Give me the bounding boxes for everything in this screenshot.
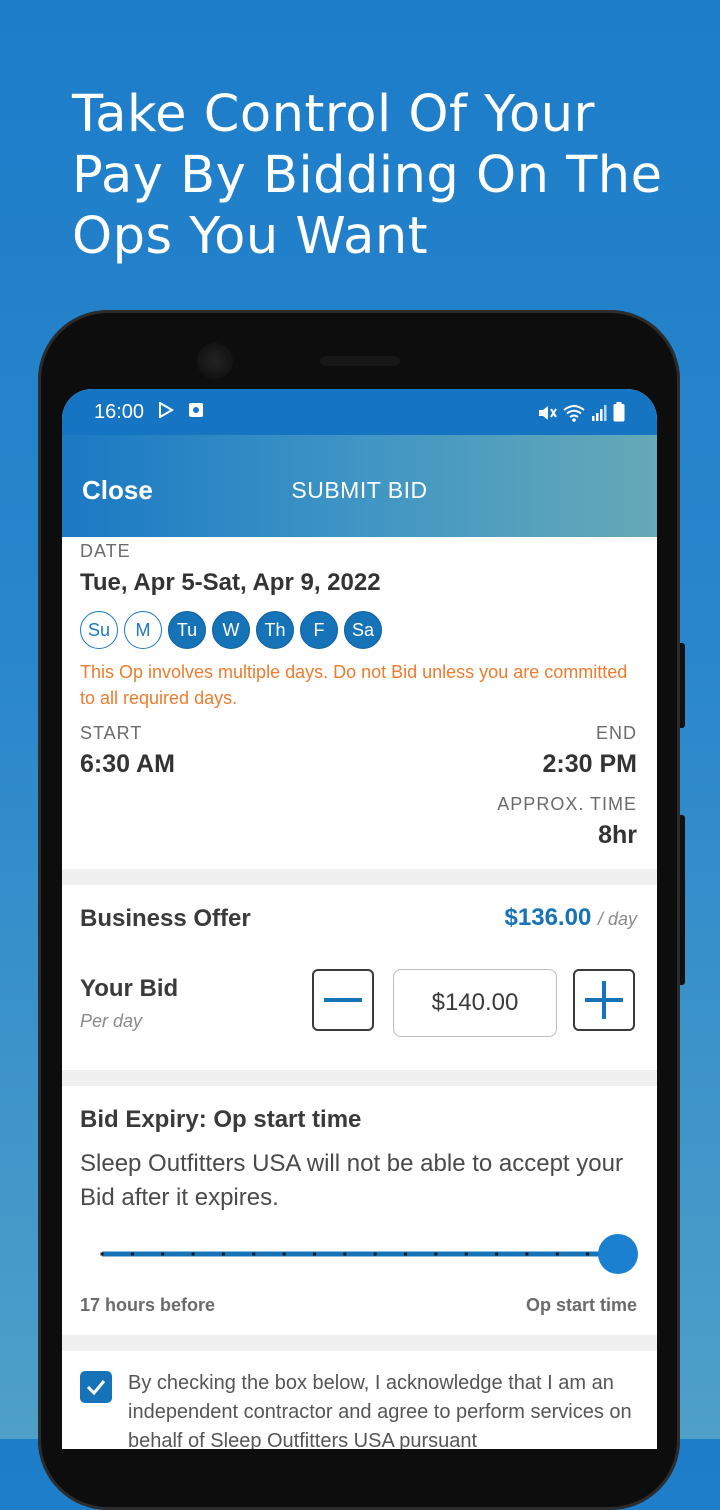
bid-expiry-description: Sleep Outfitters USA will not be able to… [80,1150,623,1211]
business-offer-value: $136.00 / day [505,904,637,932]
business-offer-amount: $136.00 [504,904,592,931]
start-time-value: 6:30 AM [80,750,175,778]
slider-tick [464,1252,468,1256]
slider-tick [100,1252,104,1256]
play-store-icon [158,402,174,418]
slider-tick [404,1252,408,1256]
bid-expiry-slider[interactable] [100,1234,640,1274]
date-label: DATE [80,541,131,561]
slider-tick [525,1252,529,1256]
your-bid-sublabel: Per day [80,1011,143,1031]
date-value: Tue, Apr 5-Sat, Apr 9, 2022 [80,569,381,596]
checkmark-icon [86,1380,106,1396]
slider-tick [130,1252,134,1256]
slider-max-label: Op start time [525,1295,637,1315]
slider-thumb[interactable] [598,1234,638,1274]
signal-icon [591,404,607,422]
slider-tick [343,1252,347,1256]
day-chip-monday: M [124,611,162,649]
end-label: END [595,723,637,743]
day-chip-friday: F [300,611,338,649]
business-offer-unit: / day [597,909,637,929]
day-chip-wednesday: W [212,611,250,649]
slider-tick [555,1252,559,1256]
front-camera [197,343,233,379]
slider-tick [312,1252,316,1256]
mute-icon [537,404,557,422]
wifi-icon [563,404,585,422]
slider-tick [434,1252,438,1256]
slider-tick [495,1252,499,1256]
notification-box-icon [188,402,204,418]
plus-icon [585,981,623,1019]
day-chip-sunday: Su [80,611,118,649]
section-divider [62,1070,657,1086]
earpiece-speaker [320,356,400,366]
slider-tick [221,1252,225,1256]
decrease-bid-button[interactable] [312,969,374,1031]
approx-time-label: APPROX. TIME [497,794,637,814]
bid-expiry-title: Bid Expiry: Op start time [80,1106,362,1133]
approx-time-value: 8hr [598,821,637,849]
acknowledge-checkbox[interactable] [80,1371,112,1403]
slider-min-label: 17 hours before [80,1295,216,1315]
phone-screen: 16:00 Close SUBMIT BID DATE Tue, Apr 5-S… [62,389,657,1449]
headline-line-1: Take Control Of Your [72,85,596,144]
headline-line-2: Pay By Bidding On The [72,146,663,205]
status-time: 16:00 [94,401,145,423]
increase-bid-button[interactable] [573,969,635,1031]
minus-icon [324,998,362,1002]
slider-tick [252,1252,256,1256]
bid-amount-input[interactable] [393,969,557,1037]
slider-tick [161,1252,165,1256]
day-chip-thursday: Th [256,611,294,649]
page-title: SUBMIT BID [291,477,428,503]
day-chip-saturday: Sa [344,611,382,649]
your-bid-label: Your Bid [80,975,179,1002]
end-time-value: 2:30 PM [542,750,637,778]
start-label: START [80,723,143,743]
slider-tick [191,1252,195,1256]
headline-line-3: Ops You Want [72,207,429,266]
slider-tick [586,1252,590,1256]
acknowledgement-text: By checking the box below, I acknowledge… [128,1372,632,1449]
day-selector: Su M Tu W Th F Sa [80,611,382,649]
section-divider [62,1335,657,1351]
battery-icon [613,402,625,422]
section-divider [62,869,657,885]
slider-tick [373,1252,377,1256]
slider-tick [282,1252,286,1256]
multi-day-warning: This Op involves multiple days. Do not B… [80,662,628,708]
business-offer-label: Business Offer [80,905,251,932]
app-bar: Close SUBMIT BID [62,435,657,537]
headline: Take Control Of Your Pay By Bidding On T… [72,84,672,267]
day-chip-tuesday: Tu [168,611,206,649]
status-bar: 16:00 [62,389,657,435]
